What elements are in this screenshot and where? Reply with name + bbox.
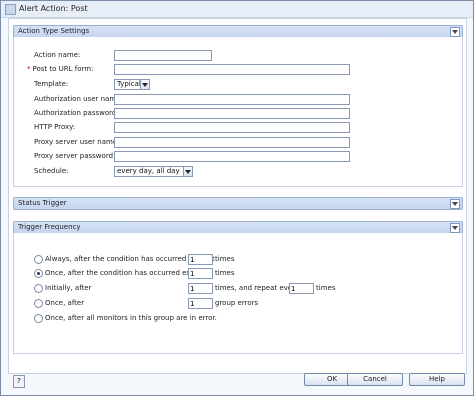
auth-user-label: Authorization user name: — [34, 95, 123, 103]
template-select[interactable]: Typical — [114, 79, 150, 90]
schedule-select[interactable]: every day, all day — [114, 166, 193, 177]
radio-always[interactable] — [34, 255, 43, 264]
section-body-trigger-frequency: Always, after the condition has occurred… — [13, 233, 463, 354]
section-title-action-type: Action Type Settings — [18, 27, 90, 35]
schedule-value: every day, all day — [117, 167, 180, 175]
collapse-icon[interactable] — [450, 199, 460, 209]
http-proxy-input[interactable] — [114, 122, 350, 133]
initially-suffix: times — [316, 284, 336, 292]
once-after-label: Once, after — [45, 299, 85, 307]
radio-once-after[interactable] — [34, 299, 43, 308]
title-bar: Alert Action: Post — [1, 1, 473, 18]
always-suffix: times — [215, 255, 235, 263]
always-count-input[interactable] — [188, 254, 213, 265]
auth-password-label: Authorization password: — [34, 109, 119, 117]
schedule-label: Schedule: — [34, 167, 69, 175]
initially-label: Initially, after — [45, 284, 92, 292]
all-monitors-label: Once, after all monitors in this group a… — [45, 314, 217, 322]
window-title: Alert Action: Post — [19, 4, 88, 13]
collapse-icon[interactable] — [450, 27, 460, 37]
section-title-trigger-frequency: Trigger Frequency — [18, 223, 81, 231]
collapse-icon[interactable] — [450, 223, 460, 233]
proxy-user-label: Proxy server user name: — [34, 138, 120, 146]
radio-once-exactly[interactable] — [34, 269, 43, 278]
dialog-content: Action Type Settings Action name: * Post … — [8, 18, 467, 374]
action-name-label: Action name: — [34, 51, 81, 59]
auth-user-input[interactable] — [114, 94, 350, 105]
post-url-label: * Post to URL form: — [27, 65, 93, 73]
initially-repeat-input[interactable] — [289, 283, 314, 294]
action-name-input[interactable] — [114, 50, 212, 61]
section-body-action-type: Action name: * Post to URL form: Template… — [13, 37, 463, 187]
template-value: Typical — [117, 80, 141, 88]
chevron-down-icon[interactable] — [183, 167, 192, 176]
section-title-status-trigger: Status Trigger — [18, 199, 67, 207]
alert-action-dialog: Alert Action: Post Action Type Settings … — [0, 0, 474, 396]
once-exactly-label: Once, after the condition has occurred e… — [45, 269, 208, 277]
once-exactly-count-input[interactable] — [188, 268, 213, 279]
window-icon — [5, 4, 16, 15]
once-after-count-input[interactable] — [188, 298, 213, 309]
initially-count-input[interactable] — [188, 283, 213, 294]
dialog-footer: ? OK Cancel Help — [8, 373, 465, 393]
required-marker: * — [27, 65, 31, 73]
section-header-status-trigger[interactable]: Status Trigger — [13, 197, 463, 210]
http-proxy-label: HTTP Proxy: — [34, 123, 76, 131]
help-button[interactable]: Help — [409, 373, 465, 386]
template-label: Template: — [34, 80, 69, 88]
proxy-password-label: Proxy server password: — [34, 152, 116, 160]
proxy-user-input[interactable] — [114, 137, 350, 148]
initially-mid-text: times, and repeat every — [215, 284, 300, 292]
radio-initially[interactable] — [34, 284, 43, 293]
question-icon[interactable]: ? — [13, 375, 25, 388]
once-after-suffix: group errors — [215, 299, 259, 307]
post-url-input[interactable] — [114, 64, 350, 75]
auth-password-input[interactable] — [114, 108, 350, 119]
once-exactly-suffix: times — [215, 269, 235, 277]
chevron-down-icon[interactable] — [140, 80, 149, 89]
cancel-button[interactable]: Cancel — [347, 373, 403, 386]
post-url-label-text: Post to URL form: — [32, 65, 94, 73]
proxy-password-input[interactable] — [114, 151, 350, 162]
radio-all-monitors[interactable] — [34, 314, 43, 323]
